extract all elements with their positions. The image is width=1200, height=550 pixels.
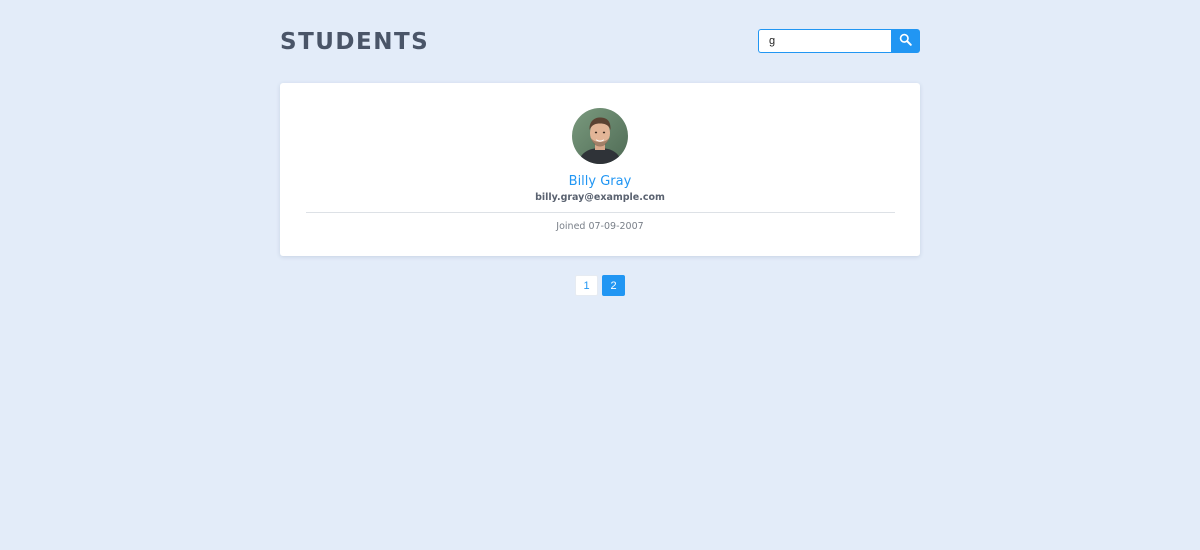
avatar	[572, 108, 628, 164]
joined-date: Joined 07-09-2007	[556, 221, 644, 232]
page-title: STUDENTS	[280, 29, 430, 55]
search-bar	[758, 29, 920, 53]
student-card: Billy Gray billy.gray@example.com Joined…	[280, 83, 920, 256]
page: STUDENTS g Billy Gray billy.gray@example…	[0, 0, 1200, 550]
search-button[interactable]	[891, 29, 920, 53]
divider	[306, 212, 895, 213]
header: STUDENTS	[280, 24, 920, 60]
page-button-1[interactable]: 1	[575, 275, 598, 296]
student-email: billy.gray@example.com	[535, 192, 665, 203]
pagination: 1 2	[575, 275, 625, 296]
page-button-2[interactable]: 2	[602, 275, 625, 296]
search-input[interactable]	[758, 29, 891, 53]
student-name[interactable]: Billy Gray	[280, 173, 920, 191]
search-icon	[899, 33, 912, 49]
